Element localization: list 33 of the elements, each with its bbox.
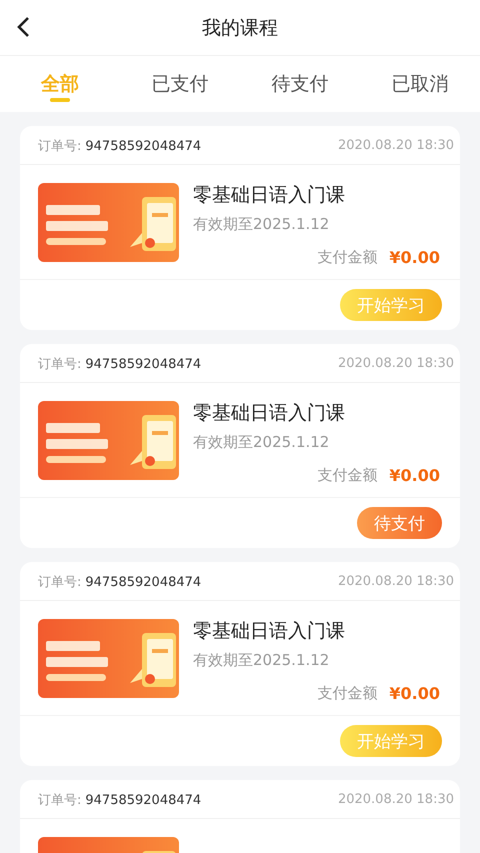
order-label: 订单号:: [38, 793, 82, 808]
start-study-button[interactable]: 开始学习: [340, 289, 442, 321]
order-number: 94758592048474: [85, 793, 202, 808]
amount-value: ¥0.00: [389, 684, 440, 703]
course-title: 零基础日语入门课: [193, 401, 346, 425]
amount-value: ¥0.00: [389, 248, 440, 267]
start-study-button[interactable]: 开始学习: [340, 725, 442, 757]
order-time: 2020.08.20 18:30: [338, 356, 454, 370]
order-time: 2020.08.20 18:30: [338, 138, 454, 152]
back-icon[interactable]: [16, 16, 32, 38]
order-number: 94758592048474: [85, 575, 202, 590]
amount-label: 支付金额: [317, 684, 378, 703]
validity-text: 有效期至2025.1.12: [193, 215, 330, 234]
order-label: 订单号:: [38, 139, 82, 154]
order-label: 订单号:: [38, 357, 82, 372]
course-title: 零基础日语入门课: [193, 183, 346, 207]
order-time: 2020.08.20 18:30: [338, 574, 454, 588]
amount-label: 支付金额: [317, 248, 378, 267]
pay-button[interactable]: 待支付: [357, 507, 442, 539]
page-title: 我的课程: [202, 16, 278, 40]
amount-label: 支付金额: [317, 466, 378, 485]
order-number: 94758592048474: [85, 139, 202, 154]
validity-text: 有效期至2025.1.12: [193, 651, 330, 670]
amount-value: ¥0.00: [389, 466, 440, 485]
course-title: 零基础日语入门课: [193, 619, 346, 643]
tab[interactable]: 已支付: [120, 56, 240, 112]
tab[interactable]: 全部: [0, 56, 120, 112]
order-time: 2020.08.20 18:30: [338, 792, 454, 806]
tab[interactable]: 待支付: [240, 56, 360, 112]
order-number: 94758592048474: [85, 357, 202, 372]
tab[interactable]: 已取消: [360, 56, 480, 112]
validity-text: 有效期至2025.1.12: [193, 433, 330, 452]
order-label: 订单号:: [38, 575, 82, 590]
